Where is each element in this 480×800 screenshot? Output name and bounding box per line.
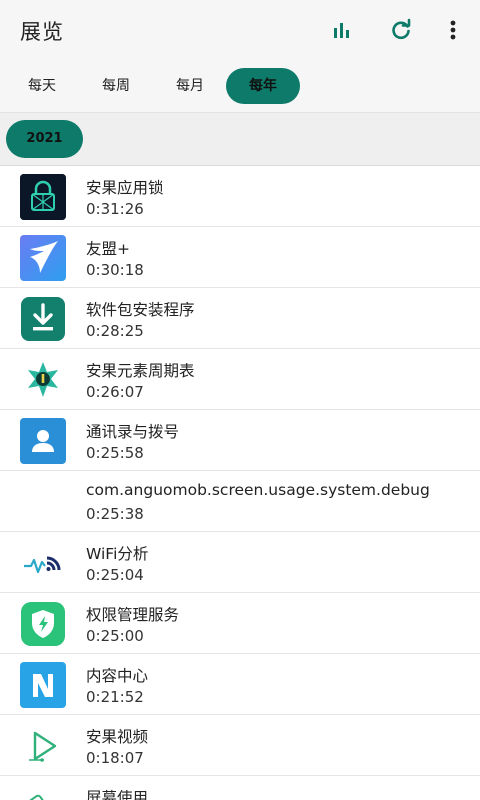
usage-time: 0:26:07 [86,383,144,401]
wifi-analyzer-icon [20,540,66,586]
list-item[interactable]: 权限管理服务 0:25:00 [0,593,480,654]
package-installer-icon [20,296,66,342]
period-tabs: 每天 每周 每月 每年 [0,60,480,113]
contacts-icon [20,418,66,464]
list-item[interactable]: com.anguomob.screen.usage.system.debug 0… [0,471,480,532]
refresh-icon[interactable] [387,16,415,44]
app-root: 展览 每天 每周 每月 每年 2021 安果应用锁 0:31:26 友盟+ 0:… [0,0,480,800]
list-item[interactable]: 软件包安装程序 0:28:25 [0,288,480,349]
list-item[interactable]: 安果应用锁 0:31:26 [0,166,480,227]
periodic-table-icon [20,357,66,403]
app-name: 安果视频 [86,728,149,746]
app-name: com.anguomob.screen.usage.system.debug [86,481,430,499]
usage-time: 0:25:00 [86,627,144,645]
tab-monthly[interactable]: 每月 [156,68,224,104]
app-name: 安果元素周期表 [86,362,195,380]
usage-time: 0:21:52 [86,688,144,706]
list-item[interactable]: 安果视频 0:18:07 [0,715,480,776]
usage-time: 0:31:26 [86,200,144,218]
top-app-bar: 展览 [0,0,480,60]
usage-time: 0:25:38 [86,505,144,523]
app-name: 通讯录与拨号 [86,423,180,441]
app-name: 内容中心 [86,667,149,685]
umeng-icon [20,235,66,281]
screen-usage-icon [20,784,66,800]
app-name: 友盟+ [86,240,130,258]
app-name: 安果应用锁 [86,179,164,197]
more-vert-icon[interactable] [439,16,467,44]
permission-shield-icon [20,601,66,647]
usage-time: 0:18:07 [86,749,144,767]
list-item[interactable]: 内容中心 0:21:52 [0,654,480,715]
app-name: 软件包安装程序 [86,301,195,319]
usage-time: 0:30:18 [86,261,144,279]
year-chip[interactable]: 2021 [6,120,83,158]
usage-time: 0:25:58 [86,444,144,462]
content-center-icon [20,662,66,708]
app-name: 屏幕使用 [86,789,149,800]
app-lock-icon [20,174,66,220]
app-name: 权限管理服务 [86,606,180,624]
video-play-icon [20,723,66,769]
tab-yearly[interactable]: 每年 [226,68,300,104]
tab-daily[interactable]: 每天 [8,68,76,104]
list-item[interactable]: 通讯录与拨号 0:25:58 [0,410,480,471]
list-item[interactable]: 安果元素周期表 0:26:07 [0,349,480,410]
app-name: WiFi分析 [86,545,149,563]
list-item[interactable]: WiFi分析 0:25:04 [0,532,480,593]
bar-chart-icon[interactable] [328,16,356,44]
list-item[interactable]: 友盟+ 0:30:18 [0,227,480,288]
page-title: 展览 [20,20,64,44]
usage-time: 0:28:25 [86,322,144,340]
app-usage-list: 安果应用锁 0:31:26 友盟+ 0:30:18 软件包安装程序 0:28:2… [0,166,480,800]
list-item[interactable]: 屏幕使用 [0,776,480,800]
usage-time: 0:25:04 [86,566,144,584]
year-selector-bar: 2021 [0,113,480,166]
tab-weekly[interactable]: 每周 [82,68,150,104]
blank-icon [20,479,66,525]
